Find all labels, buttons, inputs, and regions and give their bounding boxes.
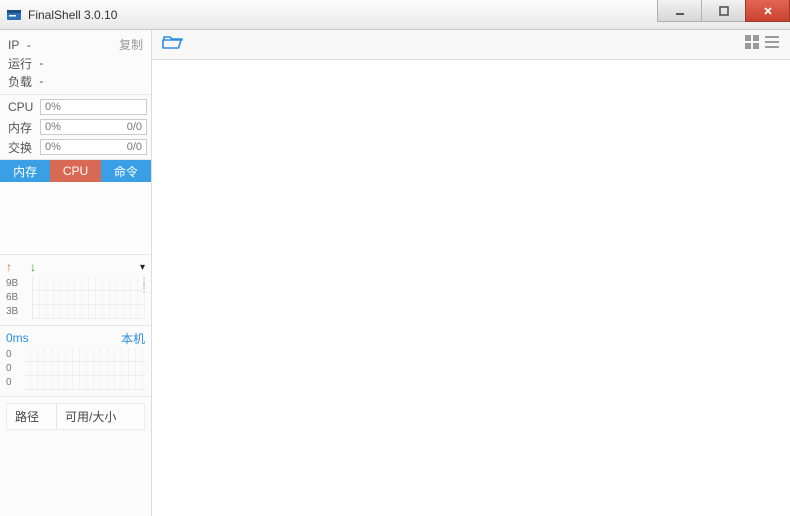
tab-graph-area [0, 182, 151, 254]
latency-yaxis: 0 0 0 [6, 348, 12, 390]
grid-view-icon[interactable] [744, 34, 760, 55]
latency-block: 0ms 本机 0 0 0 [0, 326, 151, 397]
load-label: 负载 [8, 73, 32, 90]
resize-handle-icon[interactable]: ⋮⋮ [138, 279, 149, 291]
net-y-2: 3B [6, 305, 18, 319]
stat-mem-pct: 0% [45, 121, 61, 133]
ip-label: IP [8, 38, 19, 52]
stat-swap-row: 交换 0% 0/0 [0, 137, 151, 157]
open-folder-icon[interactable] [162, 33, 184, 56]
copy-link[interactable]: 复制 [119, 36, 143, 53]
upload-arrow-icon: ↑ [6, 260, 12, 274]
network-head: ↑ ↓ ▾ [6, 259, 145, 275]
info-run-row: 运行 - [8, 54, 143, 72]
stat-cpu-meter: 0% [40, 99, 147, 115]
stat-swap-pct: 0% [45, 141, 61, 153]
network-graph [32, 277, 145, 319]
graph-tabs: 内存 CPU 命令 [0, 160, 151, 182]
titlebar: FinalShell 3.0.10 [0, 0, 790, 30]
main-view [152, 60, 790, 516]
net-y-1: 6B [6, 291, 18, 305]
download-arrow-icon: ↓ [30, 260, 36, 274]
load-value: - [36, 74, 43, 88]
list-view-icon[interactable] [764, 34, 780, 55]
main-toolbar [152, 30, 790, 60]
stat-cpu-row: CPU 0% [0, 97, 151, 117]
stat-cpu-label: CPU [8, 100, 40, 114]
stat-mem-row: 内存 0% 0/0 [0, 117, 151, 137]
lat-y-1: 0 [6, 362, 12, 376]
latency-host-link[interactable]: 本机 [121, 330, 145, 347]
app-icon [6, 7, 22, 23]
stat-swap-meter: 0% 0/0 [40, 139, 147, 155]
maximize-button[interactable] [701, 0, 746, 22]
net-y-0: 9B [6, 277, 18, 291]
stat-swap-ratio: 0/0 [127, 141, 142, 153]
stat-mem-ratio: 0/0 [127, 121, 142, 133]
stat-mem-label: 内存 [8, 119, 40, 136]
window-controls [658, 0, 790, 29]
sidebar: 复制 IP - 运行 - 负载 - CPU 0% [0, 30, 152, 516]
path-table-header: 路径 可用/大小 [6, 403, 145, 430]
body-area: 复制 IP - 运行 - 负载 - CPU 0% [0, 30, 790, 516]
window-title: FinalShell 3.0.10 [28, 8, 117, 22]
latency-graph [24, 348, 145, 390]
minimize-button[interactable] [657, 0, 702, 22]
stat-mem-meter: 0% 0/0 [40, 119, 147, 135]
path-col-path[interactable]: 路径 [7, 404, 57, 429]
tab-command[interactable]: 命令 [101, 160, 151, 182]
main-content [152, 30, 790, 516]
network-dropdown-icon[interactable]: ▾ [140, 262, 145, 273]
lat-y-2: 0 [6, 376, 12, 390]
view-mode-group [744, 34, 780, 55]
stat-cpu-pct: 0% [45, 101, 61, 113]
ip-value: - [23, 38, 30, 52]
network-yaxis: 9B 6B 3B [6, 277, 18, 319]
lat-y-0: 0 [6, 348, 12, 362]
run-label: 运行 [8, 55, 32, 72]
close-button[interactable] [745, 0, 790, 22]
info-block: 复制 IP - 运行 - 负载 - [0, 30, 151, 95]
stats-block: CPU 0% 内存 0% 0/0 交换 0% 0/0 [0, 95, 151, 160]
latency-head: 0ms 本机 [6, 330, 145, 346]
stat-swap-label: 交换 [8, 139, 40, 156]
network-block: ↑ ↓ ▾ 9B 6B 3B ⋮⋮ [0, 255, 151, 326]
tab-graph-block [0, 182, 151, 255]
tab-cpu[interactable]: CPU [50, 160, 100, 182]
tab-memory[interactable]: 内存 [0, 160, 50, 182]
path-col-avail[interactable]: 可用/大小 [57, 404, 144, 429]
path-block: 路径 可用/大小 [0, 397, 151, 516]
info-load-row: 负载 - [8, 72, 143, 90]
latency-value: 0ms [6, 331, 29, 345]
run-value: - [36, 56, 43, 70]
